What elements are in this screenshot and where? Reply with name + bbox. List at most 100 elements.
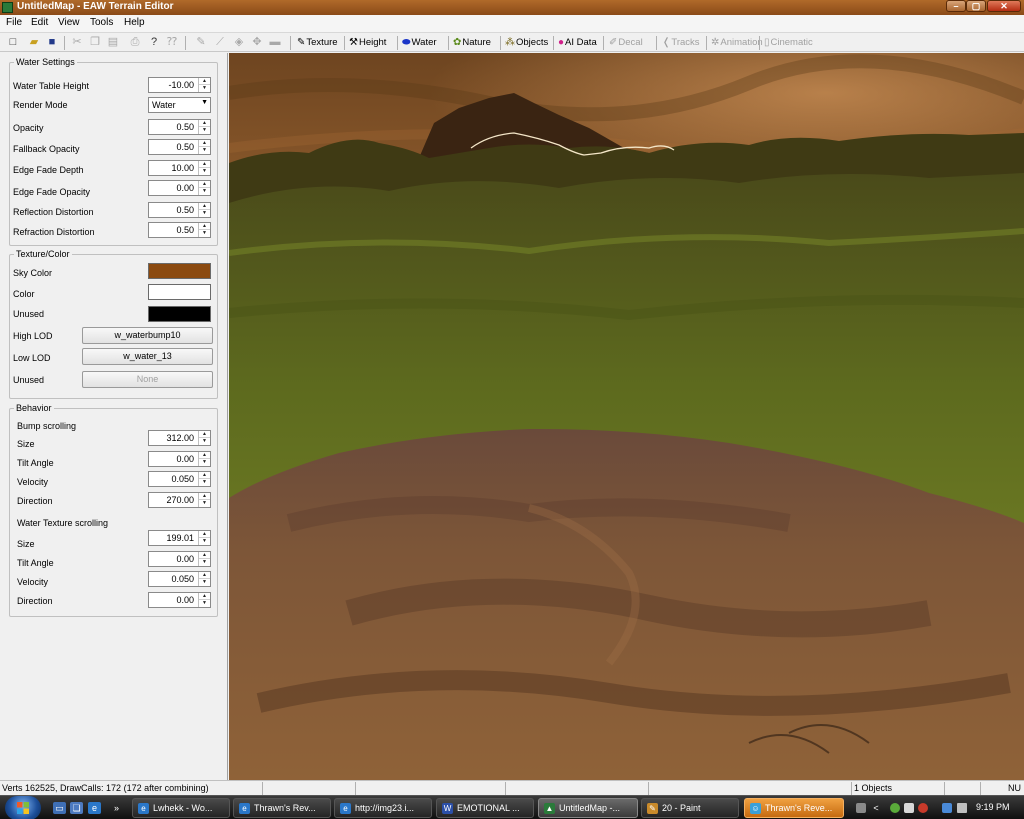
task-img23[interactable]: e http://img23.i... <box>334 798 432 818</box>
messenger-tray-icon[interactable] <box>890 803 900 813</box>
bump-size-input[interactable]: 312.00 ▲ ▼ <box>148 430 211 446</box>
move-icon[interactable]: ✥ <box>250 36 264 49</box>
close-button[interactable]: ✕ <box>987 0 1021 12</box>
network-icon[interactable] <box>942 803 952 813</box>
chevron-down-icon: ▼ <box>201 99 208 106</box>
tool-ai-data[interactable]: ●AI Data <box>558 37 597 48</box>
reflection-distortion-label: Reflection Distortion <box>13 207 94 217</box>
group-title: Texture/Color <box>14 249 72 259</box>
menu-tools[interactable]: Tools <box>90 17 113 28</box>
terrain-render <box>229 53 1024 780</box>
paint-icon: ✎ <box>647 803 658 814</box>
opacity-input[interactable]: 0.50 ▲ ▼ <box>148 119 211 135</box>
fill-icon[interactable]: ◈ <box>232 36 246 49</box>
low-lod-button[interactable]: w_water_13 <box>82 348 213 365</box>
bump-size-label: Size <box>17 439 35 449</box>
unused-color-swatch[interactable] <box>148 306 211 322</box>
task-thrawns-rev[interactable]: e Thrawn's Rev... <box>233 798 331 818</box>
pencil-icon[interactable]: ✎ <box>194 36 208 49</box>
clock[interactable]: 9:19 PM <box>976 802 1010 812</box>
open-folder-icon[interactable]: ▰ <box>27 36 41 49</box>
objects-icon: ⁂ <box>505 37 515 48</box>
refraction-distortion-input[interactable]: 0.50 ▲ ▼ <box>148 222 211 238</box>
terrain-viewport[interactable] <box>229 53 1024 780</box>
tool-nature[interactable]: ✿Nature <box>453 37 491 48</box>
bump-velocity-input[interactable]: 0.050 ▲ ▼ <box>148 471 211 487</box>
opacity-label: Opacity <box>13 123 44 133</box>
menu-edit[interactable]: Edit <box>31 17 48 28</box>
menu-file[interactable]: File <box>6 17 22 28</box>
save-icon[interactable]: ■ <box>45 36 59 49</box>
volume-icon[interactable] <box>957 803 967 813</box>
menu-view[interactable]: View <box>58 17 80 28</box>
bump-direction-input[interactable]: 270.00 ▲ ▼ <box>148 492 211 508</box>
antivirus-icon[interactable] <box>918 803 928 813</box>
sky-color-swatch[interactable] <box>148 263 211 279</box>
task-emotional[interactable]: W EMOTIONAL ... <box>436 798 534 818</box>
terrain-editor-icon: ▲ <box>544 803 555 814</box>
window-title: UntitledMap - EAW Terrain Editor <box>17 1 174 12</box>
cut-icon[interactable]: ✂ <box>70 36 84 49</box>
tool-texture[interactable]: ✎Texture <box>297 37 338 48</box>
tool-objects[interactable]: ⁂Objects <box>505 37 548 48</box>
group-title: Behavior <box>14 403 54 413</box>
texture-size-input[interactable]: 199.01 ▲ ▼ <box>148 530 211 546</box>
object-count: 1 Objects <box>854 783 893 793</box>
hammer-icon: ⚒ <box>349 37 358 48</box>
bump-direction-label: Direction <box>17 496 53 506</box>
high-lod-button[interactable]: w_waterbump10 <box>82 327 213 344</box>
switch-windows-icon[interactable]: ❏ <box>70 802 83 814</box>
texture-tilt-angle-input[interactable]: 0.00 ▲ ▼ <box>148 551 211 567</box>
tool-height[interactable]: ⚒Height <box>349 37 386 48</box>
keyboard-icon[interactable] <box>856 803 866 813</box>
edge-fade-depth-input[interactable]: 10.00 ▲ ▼ <box>148 160 211 176</box>
tool-tracks[interactable]: ❬Tracks <box>662 37 700 48</box>
edge-fade-opacity-input[interactable]: 0.00 ▲ ▼ <box>148 180 211 196</box>
task-paint[interactable]: ✎ 20 - Paint <box>641 798 739 818</box>
tool-animation[interactable]: ✲Animation <box>711 37 763 48</box>
print-icon[interactable]: ⎙ <box>128 36 142 49</box>
windows-logo-icon <box>17 802 29 814</box>
rect-icon[interactable]: ▬ <box>268 36 282 49</box>
group-title: Water Settings <box>14 57 77 67</box>
new-file-icon[interactable]: □ <box>6 36 20 49</box>
task-untitledmap[interactable]: ▲ UntitledMap -... <box>538 798 638 818</box>
mail-icon[interactable] <box>904 803 914 813</box>
edge-fade-depth-label: Edge Fade Depth <box>13 165 84 175</box>
maximize-button[interactable]: ▢ <box>966 0 986 12</box>
tray-expand-arrow[interactable]: < <box>872 802 880 814</box>
minimize-button[interactable]: – <box>946 0 966 12</box>
render-mode-select[interactable]: Water ▼ <box>148 97 211 113</box>
menu-help[interactable]: Help <box>124 17 145 28</box>
refraction-distortion-label: Refraction Distortion <box>13 227 95 237</box>
texture-direction-input[interactable]: 0.00 ▲ ▼ <box>148 592 211 608</box>
task-lwhekk[interactable]: e Lwhekk - Wo... <box>132 798 230 818</box>
task-thrawns-reve[interactable]: ☺ Thrawn's Reve... <box>744 798 844 818</box>
quicklaunch-more[interactable]: » <box>110 802 123 814</box>
line-icon[interactable]: ⟋ <box>213 36 227 49</box>
tool-water[interactable]: ⬬Water <box>402 37 437 48</box>
water-table-height-input[interactable]: -10.00 ▲ ▼ <box>148 77 211 93</box>
bump-tilt-angle-input[interactable]: 0.00 ▲ ▼ <box>148 451 211 467</box>
tool-cinematic[interactable]: ▯Cinematic <box>764 37 813 48</box>
texture-velocity-label: Velocity <box>17 577 49 587</box>
tracks-icon: ❬ <box>662 37 671 48</box>
pin-icon: ● <box>558 37 565 48</box>
fallback-opacity-input[interactable]: 0.50 ▲ ▼ <box>148 139 211 155</box>
reflection-distortion-input[interactable]: 0.50 ▲ ▼ <box>148 202 211 218</box>
copy-icon[interactable]: ❐ <box>88 36 102 49</box>
brush-icon: ✎ <box>297 37 306 48</box>
context-help-icon[interactable]: ⁇ <box>165 36 179 49</box>
plant-icon: ✿ <box>453 37 462 48</box>
ie-icon[interactable]: e <box>88 802 101 814</box>
start-button[interactable] <box>5 796 41 819</box>
unused-texture-button[interactable]: None <box>82 371 213 388</box>
properties-panel: Water Settings Water Table Height -10.00… <box>0 53 228 780</box>
texture-velocity-input[interactable]: 0.050 ▲ ▼ <box>148 571 211 587</box>
help-icon[interactable]: ? <box>147 36 161 49</box>
tool-decal[interactable]: ✐Decal <box>609 37 643 48</box>
show-desktop-icon[interactable]: ▭ <box>53 802 66 814</box>
paste-icon[interactable]: ▤ <box>106 36 120 49</box>
color-swatch[interactable] <box>148 284 211 300</box>
sky-color-label: Sky Color <box>13 268 53 278</box>
